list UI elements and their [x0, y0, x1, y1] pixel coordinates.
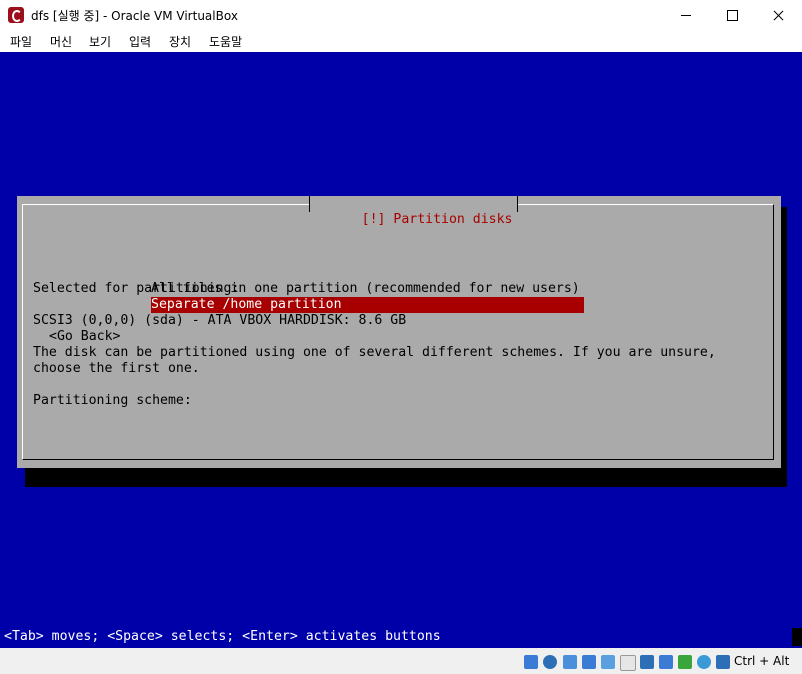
minimize-button[interactable]: [663, 0, 709, 30]
menu-devices[interactable]: 장치: [169, 33, 191, 50]
audio-icon[interactable]: [563, 655, 577, 669]
display-icon[interactable]: [640, 655, 654, 669]
network-icon[interactable]: [582, 655, 596, 669]
dialog-shadow: [25, 467, 787, 487]
optical-drive-icon[interactable]: [543, 655, 557, 669]
menu-bar: 파일 머신 보기 입력 장치 도움말: [0, 30, 802, 52]
video-capture-icon[interactable]: [659, 655, 673, 669]
virtualbox-app-icon: [8, 7, 24, 23]
scheme-option-separate-home[interactable]: Separate /home partition: [151, 297, 584, 313]
vm-screen[interactable]: [!] Partition disks Selected for partiti…: [0, 52, 802, 648]
dialog-title: [!] Partition disks: [361, 212, 513, 227]
menu-machine[interactable]: 머신: [50, 33, 72, 50]
maximize-button[interactable]: [709, 0, 755, 30]
close-button[interactable]: [755, 0, 801, 30]
window-title: dfs [실행 중] - Oracle VM VirtualBox: [31, 9, 238, 23]
usb-icon[interactable]: [601, 655, 615, 669]
dialog-frame: [22, 204, 774, 460]
menu-file[interactable]: 파일: [10, 33, 32, 50]
recording-icon[interactable]: [678, 655, 692, 669]
hard-disk-icon[interactable]: [524, 655, 538, 669]
host-key-label: Ctrl + Alt: [734, 654, 790, 668]
description-line-1: The disk can be partitioned using one of…: [33, 345, 716, 360]
screen-edge-block: [792, 628, 802, 646]
menu-input[interactable]: 입력: [129, 33, 151, 50]
menu-help[interactable]: 도움말: [209, 33, 242, 50]
status-bar: Ctrl + Alt: [0, 648, 802, 674]
partition-dialog: [!] Partition disks Selected for partiti…: [17, 196, 781, 468]
shared-folders-icon[interactable]: [620, 655, 636, 671]
mouse-integration-icon[interactable]: [716, 655, 730, 669]
keyboard-hint: <Tab> moves; <Space> selects; <Enter> ac…: [4, 629, 441, 644]
disk-info: SCSI3 (0,0,0) (sda) - ATA VBOX HARDDISK:…: [33, 313, 407, 328]
scheme-option-all-in-one[interactable]: All files in one partition (recommended …: [151, 281, 584, 297]
menu-view[interactable]: 보기: [89, 33, 111, 50]
description-line-2: choose the first one.: [33, 361, 200, 376]
cpu-icon[interactable]: [697, 655, 711, 669]
title-bar: dfs [실행 중] - Oracle VM VirtualBox: [0, 0, 802, 30]
go-back-button[interactable]: <Go Back>: [49, 329, 120, 345]
dialog-title-box: [!] Partition disks: [309, 196, 518, 227]
scheme-label: Partitioning scheme:: [33, 393, 192, 408]
